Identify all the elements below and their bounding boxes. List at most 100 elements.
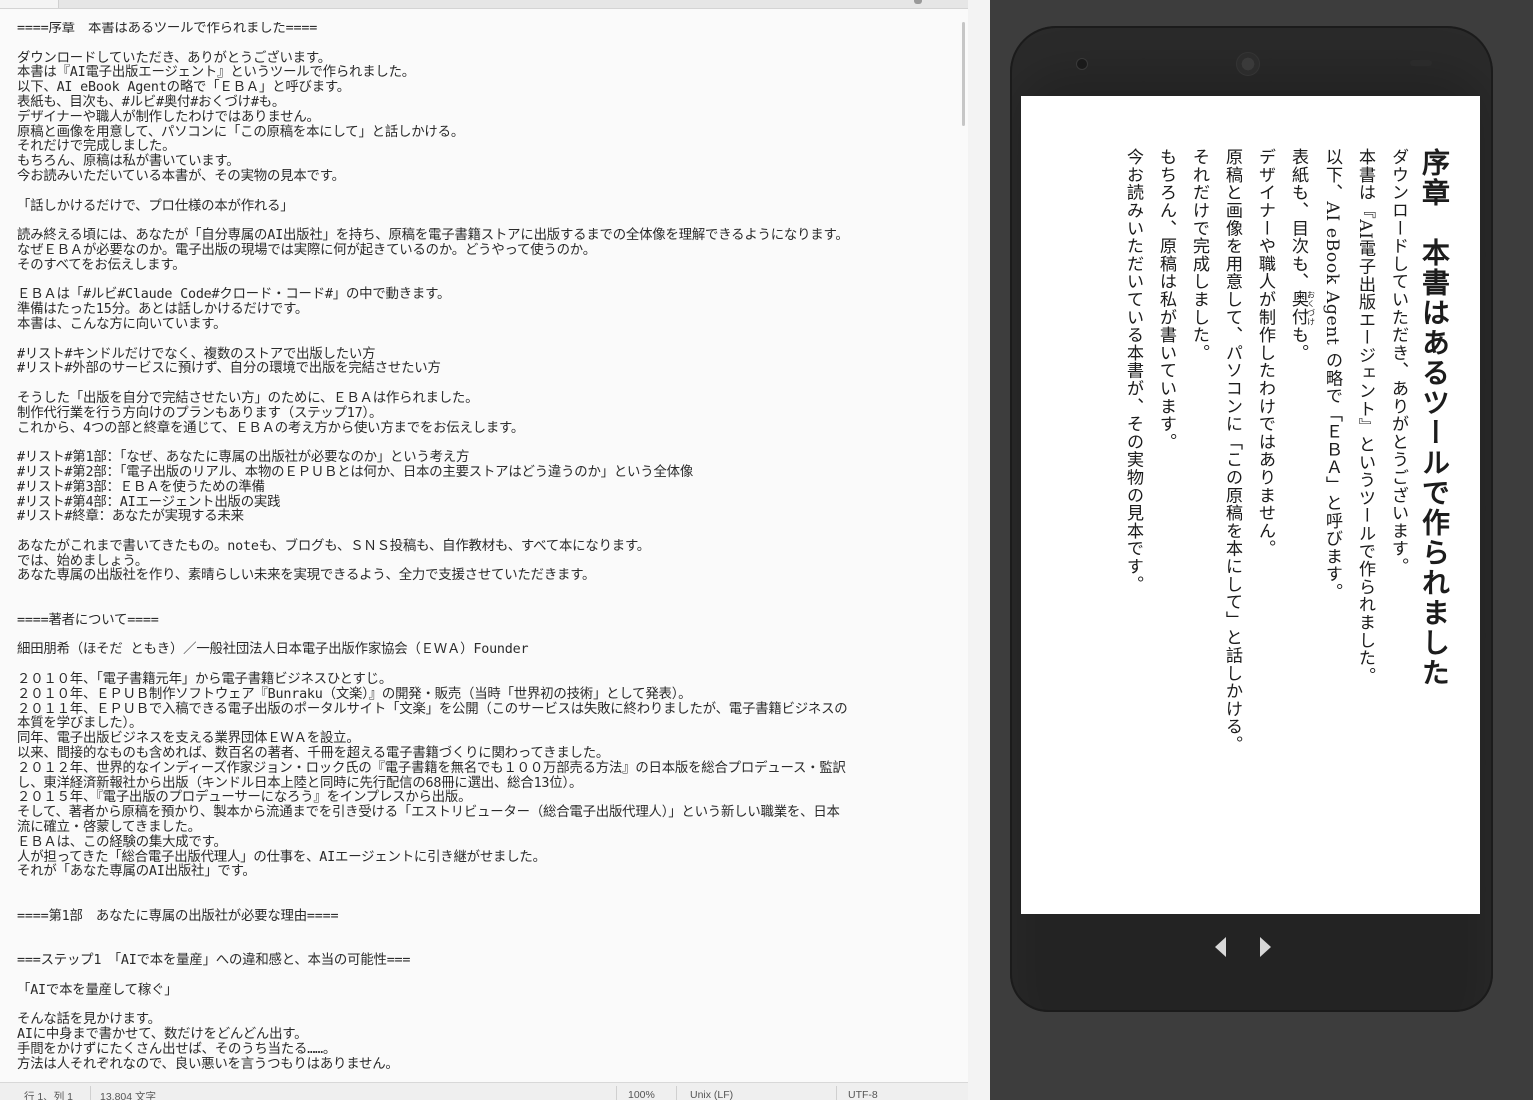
editor-line: これから、4つの部と終章を通じて、ＥＢＡの考え方から使い方までをお伝えします。 — [17, 420, 525, 436]
editor-line: それだけで完成しました。 — [17, 139, 176, 155]
next-page-button[interactable] — [1254, 934, 1276, 960]
editor-line: #リスト#第3部：ＥＢＡを使うための準備 — [17, 479, 265, 495]
paragraph: 本書は『AI電子出版エージェント』というツールで作られました。 — [1355, 148, 1375, 685]
sensor-icon — [1410, 60, 1432, 66]
editor-line: ２０１１年、ＥＰＵＢで入稿できる電子出版のポータルサイト「文楽」を公開（このサー… — [17, 701, 848, 717]
editor-line: それが「あなた専属のAI出版社」です。 — [17, 864, 256, 880]
status-bar: 行 1、列 1 13,804 文字 100% Unix (LF) UTF-8 — [0, 1082, 968, 1100]
paragraph: 表紙も、目次も、奥付おくづけも。 — [1281, 148, 1316, 888]
editor-line: あなた専属の出版社を作り、素晴らしい未来を実現できるよう、全力で支援させていただ… — [17, 568, 596, 584]
editor-line: そんな話を見かけます。 — [17, 1012, 161, 1028]
editor-line: 読み終える頃には、あなたが「自分専属のAI出版社」を持ち、原稿を電子書籍ストアに… — [17, 228, 849, 244]
editor-line: ２０１２年、世界的なインディーズ作家ジョン・ロック氏の『電子書籍を無名でも１００… — [17, 760, 846, 776]
line-ending[interactable]: Unix (LF) — [690, 1089, 733, 1100]
editor-line: 流に確立・啓蒙してきました。 — [17, 820, 201, 836]
editor-line: ===ステップ1 「AIで本を量産」への違和感と、本当の可能性=== — [17, 953, 411, 969]
editor-line: 制作代行業を行う方向けのプランもあります（ステップ17）。 — [17, 405, 383, 421]
editor-line: 以下、AI eBook Agentの略で「ＥＢＡ」と呼びます。 — [17, 80, 350, 96]
cursor-position[interactable]: 行 1、列 1 — [24, 1089, 73, 1100]
status-separator — [676, 1086, 677, 1100]
ruby-text: 奥付おくづけ — [1288, 290, 1316, 327]
book-page[interactable]: 序章 本書はあるツールで作られました ダウンロードしていただき、ありがとうござい… — [1021, 96, 1480, 914]
editor-line: そして、著者から原稿を預かり、製本から流通までを引き受ける「エストリビューター（… — [17, 805, 840, 821]
editor-line: #リスト#終章：あなたが実現する未来 — [17, 509, 244, 525]
editor-line: そうした「出版を自分で完結させたい方」のために、ＥＢＡは作られました。 — [17, 390, 479, 406]
editor-line: そのすべてをお伝えします。 — [17, 257, 186, 273]
editor-line: AIに中身まで書かせて、数だけをどんどん出す。 — [17, 1027, 308, 1043]
editor-line: 本書は、こんな方に向いています。 — [17, 316, 227, 332]
character-count: 13,804 文字 — [100, 1091, 157, 1100]
editor-scrollbar[interactable] — [962, 22, 965, 126]
paragraph: もちろん、原稿は私が書いています。 — [1156, 148, 1176, 451]
window-control-icon[interactable] — [914, 0, 922, 4]
editor-line: もちろん、原稿は私が書いています。 — [17, 154, 240, 170]
editor-line: 「AIで本を量産して稼ぐ」 — [17, 982, 178, 998]
editor-line: 以来、間接的なものも含めれば、数百名の著者、千冊を超える電子書籍づくりに関わって… — [17, 746, 610, 762]
preview-pane: 序章 本書はあるツールで作られました ダウンロードしていただき、ありがとうござい… — [990, 0, 1533, 1100]
editor-line: なぜＥＢＡが必要なのか。電子出版の現場では実際に何が起きているのか。どうやって使… — [17, 242, 596, 258]
editor-line: ====著者について==== — [17, 612, 159, 628]
editor-line: 「話しかけるだけで、プロ仕様の本が作れる」 — [17, 198, 294, 214]
editor-line: 方法は人それぞれなので、良い悪いを言うつもりはありません。 — [17, 1056, 399, 1072]
editor-tab[interactable] — [0, 0, 59, 8]
editor-line: 準備はたった15分。あとは話しかけるだけです。 — [17, 302, 309, 318]
editor-line: #リスト#第2部：「電子出版のリアル、本物のＥＰＵＢとは何か、日本の主要ストアは… — [17, 464, 694, 480]
prev-page-button[interactable] — [1210, 934, 1232, 960]
speaker-icon — [1236, 52, 1260, 76]
editor-tab-bar — [0, 0, 968, 9]
chapter-title: 序章 本書はあるツールで作られました — [1418, 148, 1451, 688]
editor-line: ２０１０年、「電子書籍元年」から電子書籍ビジネスひとすじ。 — [17, 672, 393, 688]
editor-line: 本書は『AI電子出版エージェント』というツールで作られました。 — [17, 65, 415, 81]
editor-line: 今お読みいただいている本書が、その実物の見本です。 — [17, 168, 345, 184]
editor-line: #リスト#第1部：「なぜ、あなたに専属の出版社が必要なのか」という考え方 — [17, 450, 470, 466]
encoding[interactable]: UTF-8 — [848, 1089, 878, 1100]
paragraph: 原稿と画像を用意して、パソコンに「この原稿を本にして」と話しかける。 — [1222, 148, 1242, 754]
triangle-left-icon — [1215, 937, 1226, 957]
ruby-annotation: おくづけ — [1306, 290, 1316, 326]
paragraph: ダウンロードしていただき、ありがとうございます。 — [1388, 148, 1408, 576]
text-editor[interactable]: ====序章 本書はあるツールで作られました==== ダウンロードしていただき、あ… — [0, 0, 968, 1100]
paragraph: デザイナーや職人が制作したわけではありません。 — [1255, 148, 1275, 558]
camera-icon — [1076, 58, 1088, 70]
editor-line: ====序章 本書はあるツールで作られました==== — [17, 22, 318, 36]
paragraph: 以下、AI eBook Agent の略で「ＥＢＡ」と呼びます。 — [1322, 148, 1342, 601]
zoom-level[interactable]: 100% — [628, 1089, 655, 1100]
status-separator — [616, 1086, 617, 1100]
editor-line: 表紙も、目次も、#ルビ#奥付#おくづけ#も。 — [17, 94, 286, 110]
editor-text-area[interactable]: ====序章 本書はあるツールで作られました==== ダウンロードしていただき、あ… — [17, 22, 959, 1080]
paragraph-text: 表紙も、目次も、 — [1288, 148, 1308, 291]
editor-line: 手間をかけずにたくさん出せば、そのうち当たる……。 — [17, 1041, 337, 1057]
editor-line: あなたがこれまで書いてきたもの。noteも、ブログも、ＳＮＳ投稿も、自作教材も、… — [17, 538, 650, 554]
page-navigation — [1010, 932, 1493, 962]
ruby-base: 奥付 — [1288, 290, 1308, 327]
triangle-right-icon — [1260, 937, 1271, 957]
pane-divider[interactable] — [968, 0, 990, 1100]
editor-line: ２０１０年、ＥＰＵＢ制作ソフトウェア『Bunraku（文楽）』の開発・販売（当時… — [17, 686, 692, 702]
editor-line: ＥＢＡは、この経験の集大成です。 — [17, 834, 227, 850]
status-separator — [836, 1086, 837, 1100]
editor-line: ＥＢＡは「#ルビ#Claude Code#クロード・コード#」の中で動きます。 — [17, 287, 451, 303]
editor-line: 同年、電子出版ビジネスを支える業界団体ＥＷＡを設立。 — [17, 731, 360, 747]
paragraph: それだけで完成しました。 — [1189, 148, 1209, 362]
paragraph: 今お読みいただいている本書が、その実物の見本です。 — [1123, 148, 1143, 593]
status-separator — [90, 1086, 91, 1100]
editor-line: デザイナーや職人が制作したわけではありません。 — [17, 109, 320, 125]
editor-line: 細田朋希（ほそだ ともき）／一般社団法人日本電子出版作家協会（ＥＷＡ）Found… — [17, 642, 529, 658]
paragraph-text: も。 — [1288, 326, 1308, 362]
editor-line: ２０１５年、『電子出版のプロデューサーになろう』をインプレスから出版。 — [17, 790, 472, 806]
editor-line: ====第1部 あなたに専属の出版社が必要な理由==== — [17, 908, 339, 924]
